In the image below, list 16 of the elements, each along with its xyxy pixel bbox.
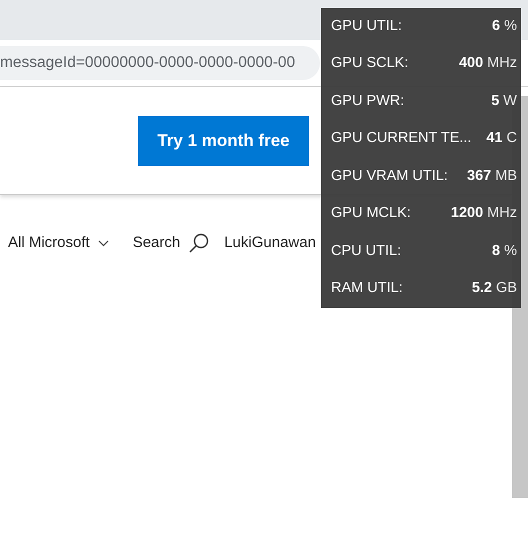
stat-value: 8 % [492, 242, 517, 261]
stat-label: GPU MCLK: [331, 204, 411, 224]
stat-label: GPU VRAM UTIL: [331, 166, 448, 186]
stat-value: 400 MHz [458, 54, 517, 74]
stat-value: 41 C [486, 129, 517, 148]
stat-label: GPU SCLK: [331, 54, 408, 74]
stat-value: 5 W [491, 92, 517, 111]
stat-label: GPU UTIL: [331, 16, 402, 36]
stat-label: CPU UTIL: [331, 242, 402, 261]
stat-label: RAM UTIL: [331, 279, 403, 298]
stat-value: 6 % [492, 16, 517, 36]
stat-label: GPU CURRENT TE... [331, 129, 472, 148]
stat-value: 5.2 GB [472, 279, 517, 298]
stat-label: GPU PWR: [331, 92, 404, 111]
stat-value: 1200 MHz [450, 204, 517, 224]
stat-value: 367 MB [467, 166, 517, 186]
